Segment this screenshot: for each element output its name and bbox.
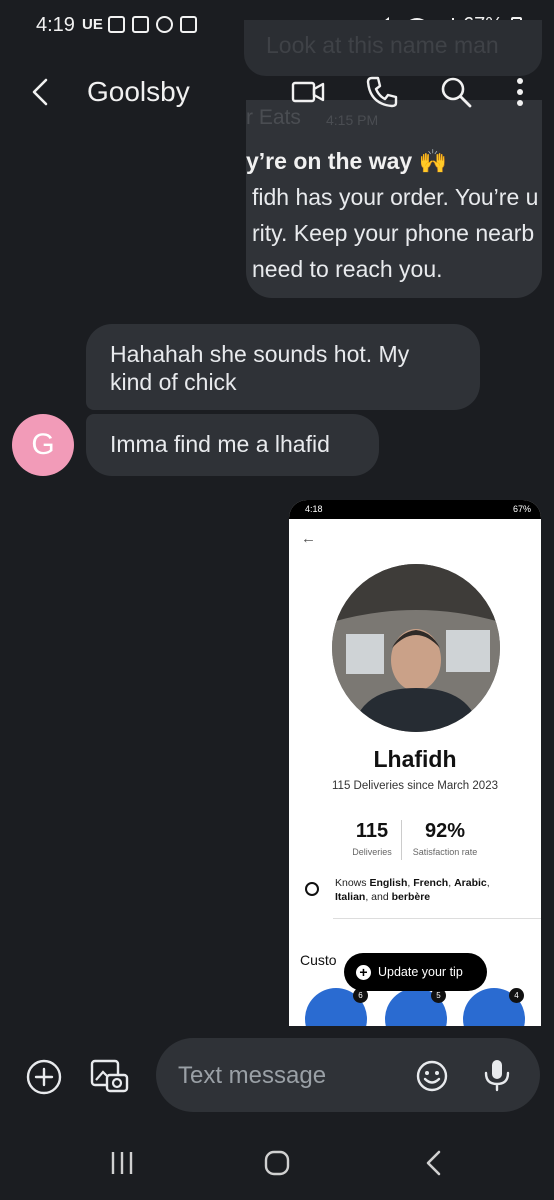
update-tip-button: + Update your tip xyxy=(344,953,487,991)
screenshot-back-arrow-icon: ← xyxy=(301,530,316,547)
satisfaction-label: Satisfaction rate xyxy=(412,847,478,857)
messages-screen: 4:19 UE 67% Look at this name man r Eats… xyxy=(0,0,554,1200)
satisfaction-value: 92% xyxy=(424,820,466,842)
language-icon xyxy=(305,882,319,896)
recent-apps-icon[interactable] xyxy=(105,1148,139,1178)
languages-text: Knows English, French, Arabic, Italian, … xyxy=(335,877,490,903)
satisfaction-stat: 92% Satisfaction rate xyxy=(405,820,485,857)
deliveries-stat: 115 Deliveries xyxy=(347,820,397,857)
driver-subtitle: 115 Deliveries since March 2023 xyxy=(332,780,498,792)
voicemail-icon xyxy=(108,16,125,33)
badge-count: 4 xyxy=(509,988,524,1003)
message-text: Imma find me a lhafid xyxy=(110,431,330,457)
stat-divider xyxy=(401,820,402,860)
incoming-message-bubble[interactable]: Imma find me a lhafid xyxy=(86,414,379,476)
shared-screenshot-image[interactable]: 4:18 67% ← Lhafidh 115 Deliveries since … xyxy=(289,500,541,1026)
avatar-initial: G xyxy=(31,428,55,461)
add-attachment-icon[interactable] xyxy=(26,1059,62,1095)
driver-profile-photo xyxy=(332,564,500,732)
previous-message-text: Look at this name man xyxy=(266,32,499,58)
status-time: 4:19 xyxy=(36,14,75,36)
check-icon xyxy=(132,16,149,33)
message-text: Hahahah she sounds hot. My kind of chick xyxy=(110,341,410,395)
video-call-icon[interactable] xyxy=(288,72,328,112)
home-icon[interactable] xyxy=(260,1148,294,1178)
back-nav-icon[interactable] xyxy=(418,1148,452,1178)
deliveries-value: 115 xyxy=(355,820,389,842)
forwarded-title: y’re on the way 🙌 xyxy=(246,148,448,174)
forwarded-line-3: need to reach you. xyxy=(252,256,443,282)
conversation-header: Goolsby xyxy=(0,60,554,124)
gallery-camera-icon[interactable] xyxy=(89,1058,129,1094)
microphone-icon[interactable] xyxy=(482,1058,512,1092)
forwarded-line-2: rity. Keep your phone nearb xyxy=(252,220,535,246)
plus-icon: + xyxy=(356,964,371,980)
contact-name[interactable]: Goolsby xyxy=(87,76,190,108)
search-icon[interactable] xyxy=(436,72,476,112)
phone-call-icon[interactable] xyxy=(362,72,402,112)
message-input[interactable]: Text message xyxy=(156,1038,540,1112)
screenshot-status-bar: 4:18 67% xyxy=(289,500,541,519)
driver-name: Lhafidh xyxy=(373,746,457,772)
customers-label: Custo xyxy=(300,952,337,968)
system-nav-bar xyxy=(0,1128,554,1200)
message-placeholder: Text message xyxy=(178,1062,327,1089)
screenshot-divider xyxy=(333,918,541,919)
forwarded-line-1: fidh has your order. You’re u xyxy=(252,184,539,210)
game-icon xyxy=(156,16,173,33)
update-tip-label: Update your tip xyxy=(378,965,463,979)
incoming-message-bubble[interactable]: Hahahah she sounds hot. My kind of chick xyxy=(86,324,480,410)
emoji-icon[interactable] xyxy=(416,1060,448,1092)
deliveries-label: Deliveries xyxy=(352,847,392,857)
image-icon xyxy=(180,16,197,33)
screenshot-battery: 67% xyxy=(512,504,531,514)
contact-avatar[interactable]: G xyxy=(12,414,74,476)
more-options-icon[interactable] xyxy=(500,72,540,112)
back-arrow-icon[interactable] xyxy=(22,72,62,112)
screenshot-status-time: 4:18 xyxy=(305,504,323,514)
forwarded-message-bubble[interactable]: r Eats 4:15 PM y’re on the way 🙌 fidh ha… xyxy=(246,100,542,298)
carrier-label: UE xyxy=(82,16,103,33)
